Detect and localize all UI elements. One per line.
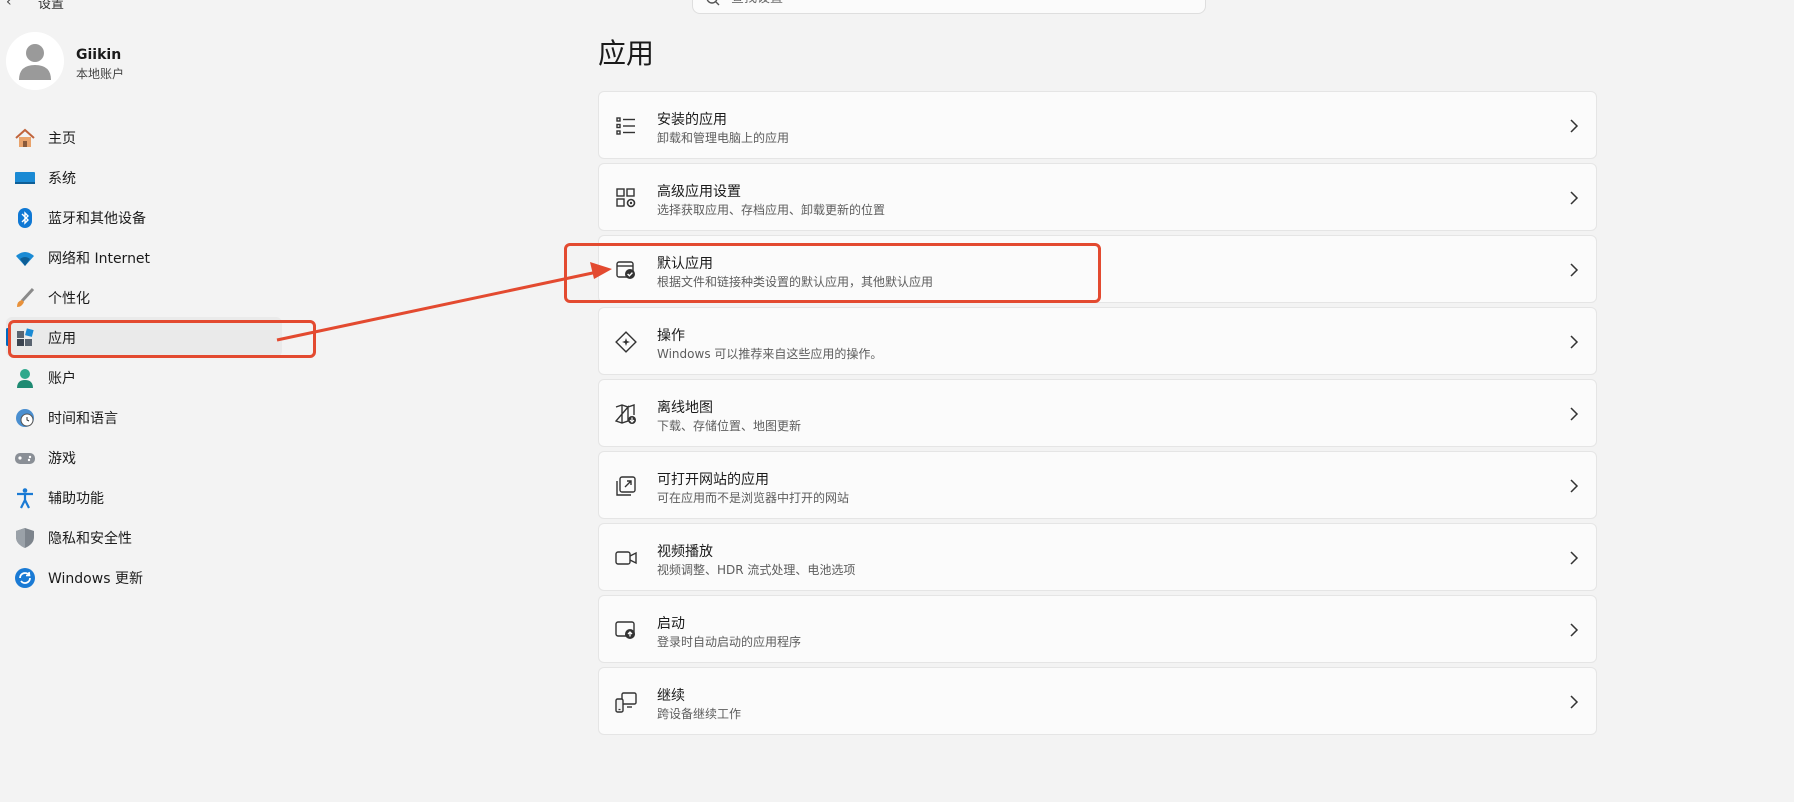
card-offline-maps[interactable]: 离线地图 下载、存储位置、地图更新 <box>598 379 1597 447</box>
account-type: 本地账户 <box>76 67 125 81</box>
default-apps-icon <box>616 261 635 279</box>
card-title: 启动 <box>657 616 685 632</box>
card-apps-for-websites[interactable]: 可打开网站的应用 可在应用而不是浏览器中打开的网站 <box>598 451 1597 519</box>
sidebar-item-label: 主页 <box>48 131 76 147</box>
chevron-right-icon <box>1570 551 1579 565</box>
sidebar-item-label: 应用 <box>48 331 76 347</box>
gamepad-icon <box>15 453 35 464</box>
sidebar-item-home[interactable]: 主页 <box>6 117 282 157</box>
actions-icon <box>615 331 637 353</box>
sidebar-item-bluetooth[interactable]: 蓝牙和其他设备 <box>6 197 282 237</box>
video-icon <box>615 551 637 565</box>
sidebar-item-label: 个性化 <box>48 291 90 307</box>
card-subtitle: Windows 可以推荐来自这些应用的操作。 <box>657 347 883 361</box>
app-title: 设置 <box>38 0 65 12</box>
title-bar: ‹ 设置 <box>0 0 1794 16</box>
page-title: 应用 <box>598 37 655 70</box>
avatar-icon <box>6 32 64 90</box>
map-icon <box>615 404 636 424</box>
continue-icon <box>615 692 637 713</box>
time-language-icon <box>16 409 34 427</box>
card-title: 视频播放 <box>657 544 713 560</box>
avatar <box>6 32 64 90</box>
sidebar-item-network[interactable]: 网络和 Internet <box>6 237 282 277</box>
sidebar-item-label: Windows 更新 <box>48 571 143 587</box>
chevron-right-icon <box>1570 695 1579 709</box>
chevron-right-icon <box>1570 335 1579 349</box>
chevron-right-icon <box>1570 623 1579 637</box>
card-subtitle: 下载、存储位置、地图更新 <box>657 419 802 433</box>
card-startup[interactable]: 启动 登录时自动启动的应用程序 <box>598 595 1597 663</box>
sidebar-item-accounts[interactable]: 账户 <box>6 357 282 397</box>
card-subtitle: 根据文件和链接种类设置的默认应用，其他默认应用 <box>657 275 934 289</box>
bluetooth-icon <box>18 208 32 228</box>
card-actions[interactable]: 操作 Windows 可以推荐来自这些应用的操作。 <box>598 307 1597 375</box>
card-title: 默认应用 <box>657 256 713 272</box>
sidebar-item-label: 蓝牙和其他设备 <box>48 211 146 227</box>
sidebar-item-time-language[interactable]: 时间和语言 <box>6 397 282 437</box>
chevron-right-icon <box>1570 479 1579 493</box>
shield-icon <box>16 528 34 548</box>
search-input[interactable] <box>731 0 1131 7</box>
search-box[interactable] <box>692 0 1206 14</box>
list-icon <box>616 117 635 135</box>
user-profile[interactable]: Giikin 本地账户 <box>6 32 286 92</box>
card-default-apps[interactable]: 默认应用 根据文件和链接种类设置的默认应用，其他默认应用 <box>598 235 1597 303</box>
update-icon <box>15 568 35 588</box>
card-subtitle: 跨设备继续工作 <box>657 707 742 721</box>
user-name: Giikin <box>76 47 122 63</box>
sidebar-item-personalization[interactable]: 个性化 <box>6 277 282 317</box>
card-continue[interactable]: 继续 跨设备继续工作 <box>598 667 1597 735</box>
card-subtitle: 卸载和管理电脑上的应用 <box>657 131 790 145</box>
brush-icon <box>17 287 35 307</box>
system-icon <box>15 172 35 184</box>
card-title: 继续 <box>657 688 685 704</box>
card-title: 离线地图 <box>657 400 713 416</box>
chevron-right-icon <box>1570 263 1579 277</box>
sidebar-item-label: 游戏 <box>48 451 76 467</box>
apps-icon <box>17 328 34 346</box>
account-icon <box>17 369 33 388</box>
card-title: 高级应用设置 <box>657 184 741 200</box>
card-title: 可打开网站的应用 <box>657 472 769 488</box>
sidebar-item-gaming[interactable]: 游戏 <box>6 437 282 477</box>
sidebar-item-label: 隐私和安全性 <box>48 531 132 547</box>
card-title: 操作 <box>657 328 685 344</box>
card-title: 安装的应用 <box>657 112 727 128</box>
card-subtitle: 可在应用而不是浏览器中打开的网站 <box>657 491 850 505</box>
sidebar-item-label: 时间和语言 <box>48 411 118 427</box>
card-subtitle: 视频调整、HDR 流式处理、电池选项 <box>657 563 856 577</box>
sidebar-item-privacy[interactable]: 隐私和安全性 <box>6 517 282 557</box>
startup-icon <box>615 621 635 639</box>
card-subtitle: 选择获取应用、存档应用、卸载更新的位置 <box>657 203 886 217</box>
chevron-right-icon <box>1570 407 1579 421</box>
sidebar-item-label: 账户 <box>48 371 76 387</box>
chevron-right-icon <box>1570 191 1579 205</box>
sidebar-item-windows-update[interactable]: Windows 更新 <box>6 557 282 597</box>
card-advanced-app-settings[interactable]: 高级应用设置 选择获取应用、存档应用、卸载更新的位置 <box>598 163 1597 231</box>
sidebar-nav: 主页 系统 蓝牙和其他设备 网络和 Internet 个性化 应用 账户 时间和… <box>6 117 282 597</box>
card-installed-apps[interactable]: 安装的应用 卸载和管理电脑上的应用 <box>598 91 1597 159</box>
settings-card-list: 安装的应用 卸载和管理电脑上的应用 高级应用设置 选择获取应用、存档应用、卸载更… <box>598 91 1597 739</box>
chevron-right-icon <box>1570 119 1579 133</box>
back-arrow-icon[interactable]: ‹ <box>6 0 12 10</box>
wifi-icon <box>16 252 34 266</box>
card-video-playback[interactable]: 视频播放 视频调整、HDR 流式处理、电池选项 <box>598 523 1597 591</box>
accessibility-icon <box>17 488 33 509</box>
sidebar-item-label: 系统 <box>48 171 76 187</box>
open-web-icon <box>616 476 636 496</box>
sidebar-item-label: 网络和 Internet <box>48 251 151 267</box>
sidebar-item-accessibility[interactable]: 辅助功能 <box>6 477 282 517</box>
sidebar-item-apps[interactable]: 应用 <box>6 317 282 357</box>
sidebar-item-label: 辅助功能 <box>48 491 104 507</box>
advanced-apps-icon <box>616 188 636 208</box>
search-icon <box>706 0 720 6</box>
card-subtitle: 登录时自动启动的应用程序 <box>657 635 802 649</box>
home-icon <box>15 128 35 147</box>
sidebar-item-system[interactable]: 系统 <box>6 157 282 197</box>
